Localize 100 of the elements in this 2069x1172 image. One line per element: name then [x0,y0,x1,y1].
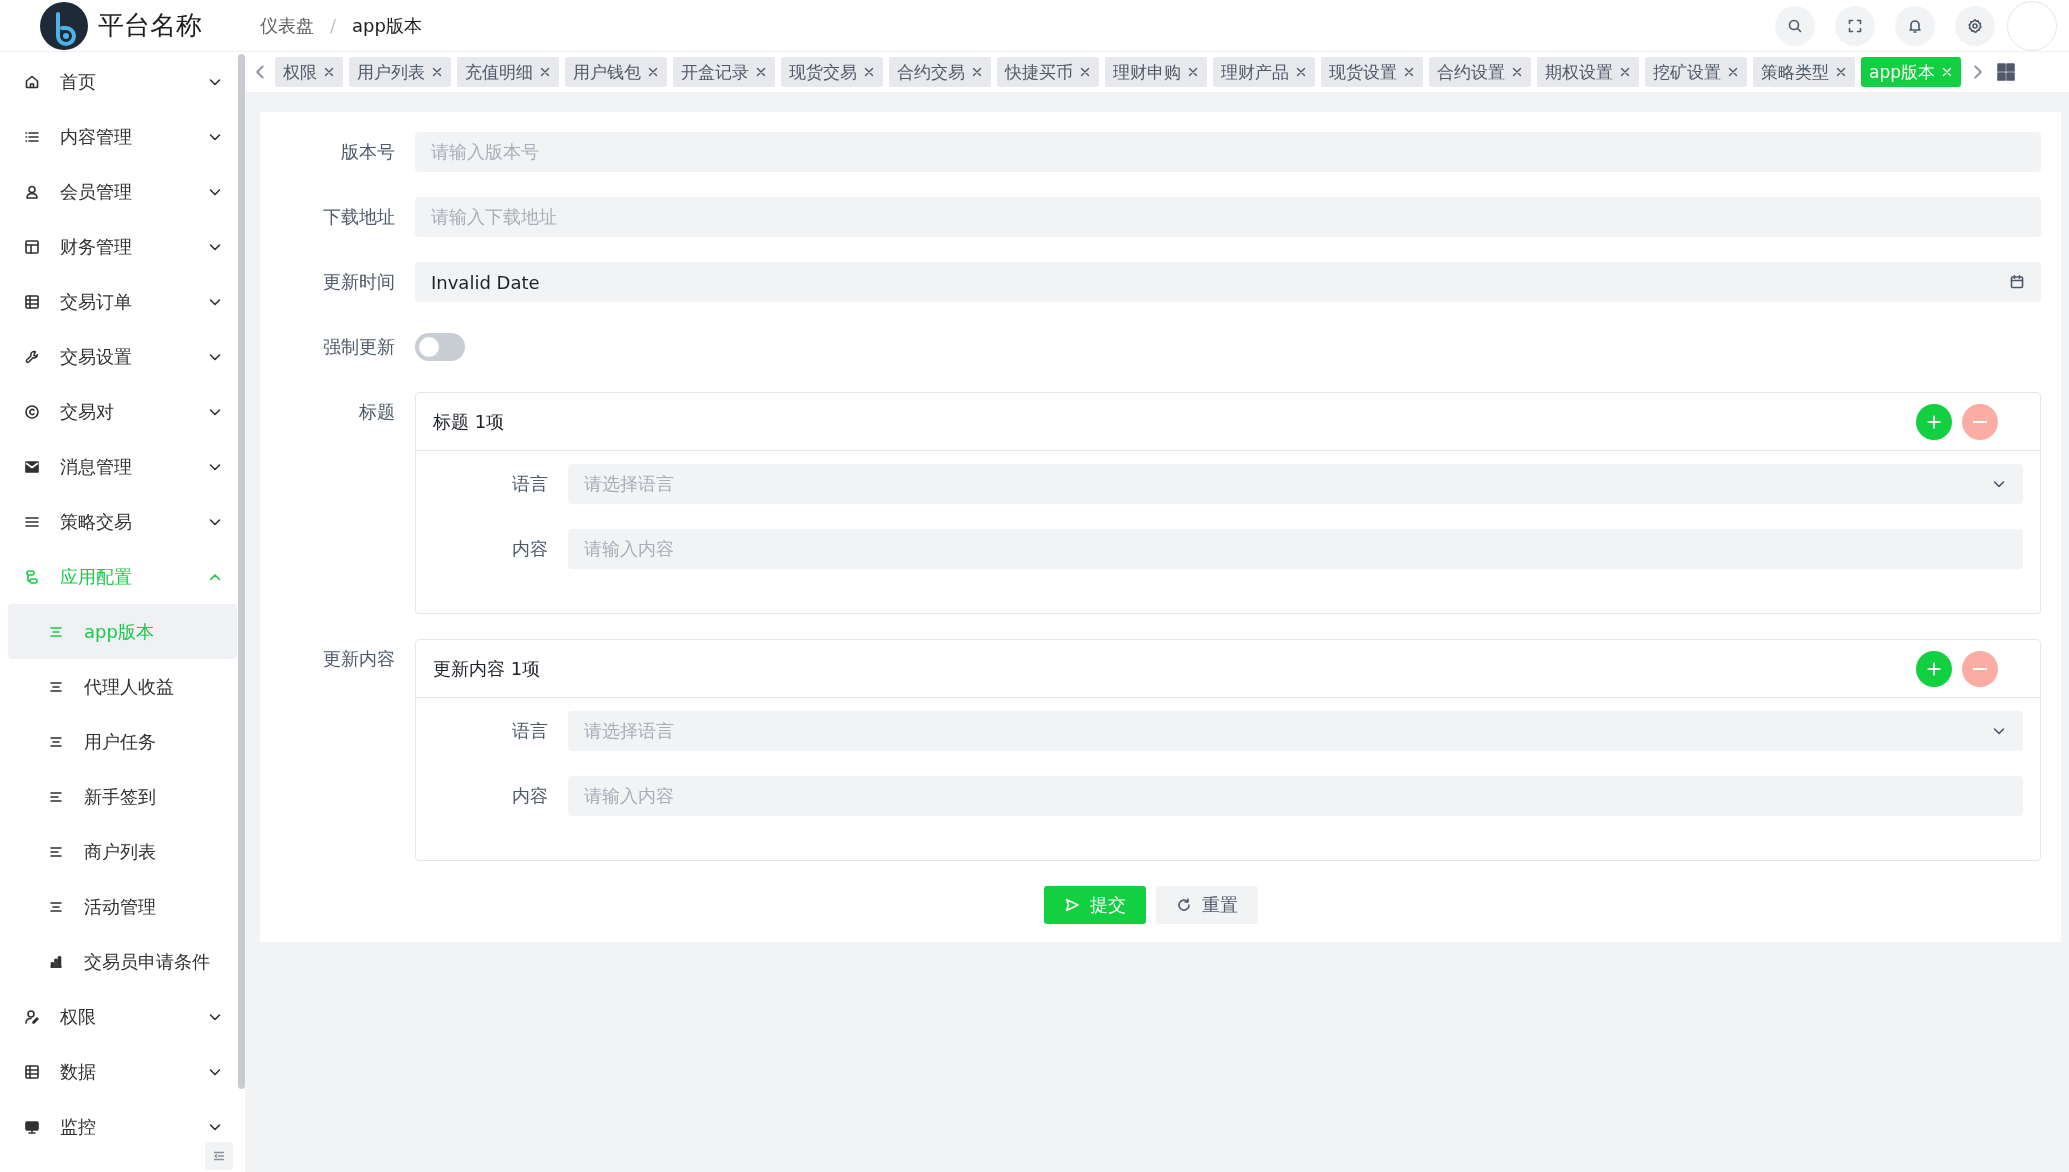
group-title: 标题 1项 [433,409,506,434]
breadcrumb-current: app版本 [352,13,422,38]
shapes-icon [24,568,40,585]
tab[interactable]: 用户钱包 [565,57,667,87]
table-icon [24,1063,40,1080]
toggle-switch[interactable] [415,333,465,361]
menu-item[interactable]: 权限 [0,989,235,1044]
menu-item[interactable]: 监控 [0,1099,235,1154]
close-icon [1402,65,1416,79]
submenu-item[interactable]: 新手签到 [8,769,237,824]
add-button[interactable] [1916,403,1952,440]
tab[interactable]: 现货设置 [1321,57,1423,87]
search-button[interactable] [1775,5,1815,46]
field-label: 更新内容 [322,647,395,671]
tab[interactable]: 权限 [275,57,343,87]
submenu-item[interactable]: 用户任务 [8,714,237,769]
menu-item[interactable]: 交易设置 [0,329,235,384]
field-label: 语言 [511,472,548,496]
tab[interactable]: 合约设置 [1429,57,1531,87]
refresh-icon [1175,897,1192,913]
close-icon [1940,65,1954,79]
search-icon [1787,17,1803,34]
brand-title: 平台名称 [98,9,202,42]
user-edit-icon [24,1008,40,1025]
tab[interactable]: 充值明细 [457,57,559,87]
close-icon [430,65,444,79]
collapse-icon [212,1149,226,1163]
scrollbar-thumb[interactable] [238,54,245,1089]
add-button[interactable] [1916,650,1952,687]
close-icon [1726,65,1740,79]
tab[interactable]: 挖矿设置 [1645,57,1747,87]
avatar[interactable] [2007,0,2057,51]
notification-button[interactable] [1895,5,1935,46]
tab[interactable]: 现货交易 [781,57,883,87]
menu-item[interactable]: 财务管理 [0,219,235,274]
submenu-item[interactable]: 活动管理 [8,879,237,934]
settings-button[interactable] [1955,5,1995,46]
tab[interactable]: 期权设置 [1537,57,1639,87]
field-label: 版本号 [340,140,395,164]
field-label: 内容 [511,784,548,808]
close-icon [1510,65,1524,79]
group-title: 更新内容 1项 [433,656,542,681]
field-label: 更新时间 [322,270,395,294]
menu-item[interactable]: 会员管理 [0,164,235,219]
close-icon [538,65,552,79]
menu-item[interactable]: 数据 [0,1044,235,1099]
menu-item[interactable]: 交易订单 [0,274,235,329]
breadcrumb-link[interactable]: 仪表盘 [260,13,314,38]
home-icon [24,73,40,90]
field-label: 语言 [511,719,548,743]
table-icon [24,293,40,310]
tab[interactable]: 理财申购 [1105,57,1207,87]
remove-button[interactable] [1962,403,1998,440]
tab[interactable]: 策略类型 [1753,57,1855,87]
tab[interactable]: 理财产品 [1213,57,1315,87]
bell-icon [1907,17,1923,34]
close-icon [862,65,876,79]
close-icon [322,65,336,79]
tab[interactable]: 用户列表 [349,57,451,87]
grid-icon [1997,63,2015,81]
monitor-icon [24,1118,40,1135]
minus-icon [1973,667,1987,670]
submenu-item[interactable]: 商户列表 [8,824,237,879]
close-icon [970,65,984,79]
tab[interactable]: 快捷买币 [997,57,1099,87]
remove-button[interactable] [1962,650,1998,687]
close-icon [1834,65,1848,79]
field-label: 标题 [358,400,395,424]
collapse-button[interactable] [205,1142,233,1170]
copyright-icon [24,403,40,420]
close-icon [646,65,660,79]
menu-item[interactable]: 内容管理 [0,109,235,164]
calendar-icon [2009,274,2025,290]
submenu-item[interactable]: 交易员申请条件 [8,934,237,989]
logo-icon [40,1,88,50]
tab[interactable]: 合约交易 [889,57,991,87]
settings-icon [1967,17,1983,34]
menu-item[interactable]: 首页 [0,54,235,109]
wrench-icon [24,348,40,365]
tab[interactable]: 开盒记录 [673,57,775,87]
field-label: 强制更新 [322,335,395,359]
reset-button[interactable]: 重置 [1155,886,1258,924]
submenu-item[interactable]: 代理人收益 [8,659,237,714]
menu-item[interactable]: 策略交易 [0,494,235,549]
minus-icon [1973,420,1987,423]
close-icon [1186,65,1200,79]
breadcrumb-separator: / [330,15,337,36]
fullscreen-icon [1847,17,1863,34]
field-label: 内容 [511,537,548,561]
envelope-icon [24,458,40,475]
field-label: 下载地址 [322,205,395,229]
layout-icon [24,238,40,255]
fullscreen-button[interactable] [1835,5,1875,46]
send-icon [1063,897,1080,913]
menu-item[interactable]: 交易对 [0,384,235,439]
date-field[interactable]: Invalid Date [415,262,2041,302]
close-icon [1294,65,1308,79]
close-icon [1078,65,1092,79]
close-icon [1618,65,1632,79]
menu-item[interactable]: 消息管理 [0,439,235,494]
